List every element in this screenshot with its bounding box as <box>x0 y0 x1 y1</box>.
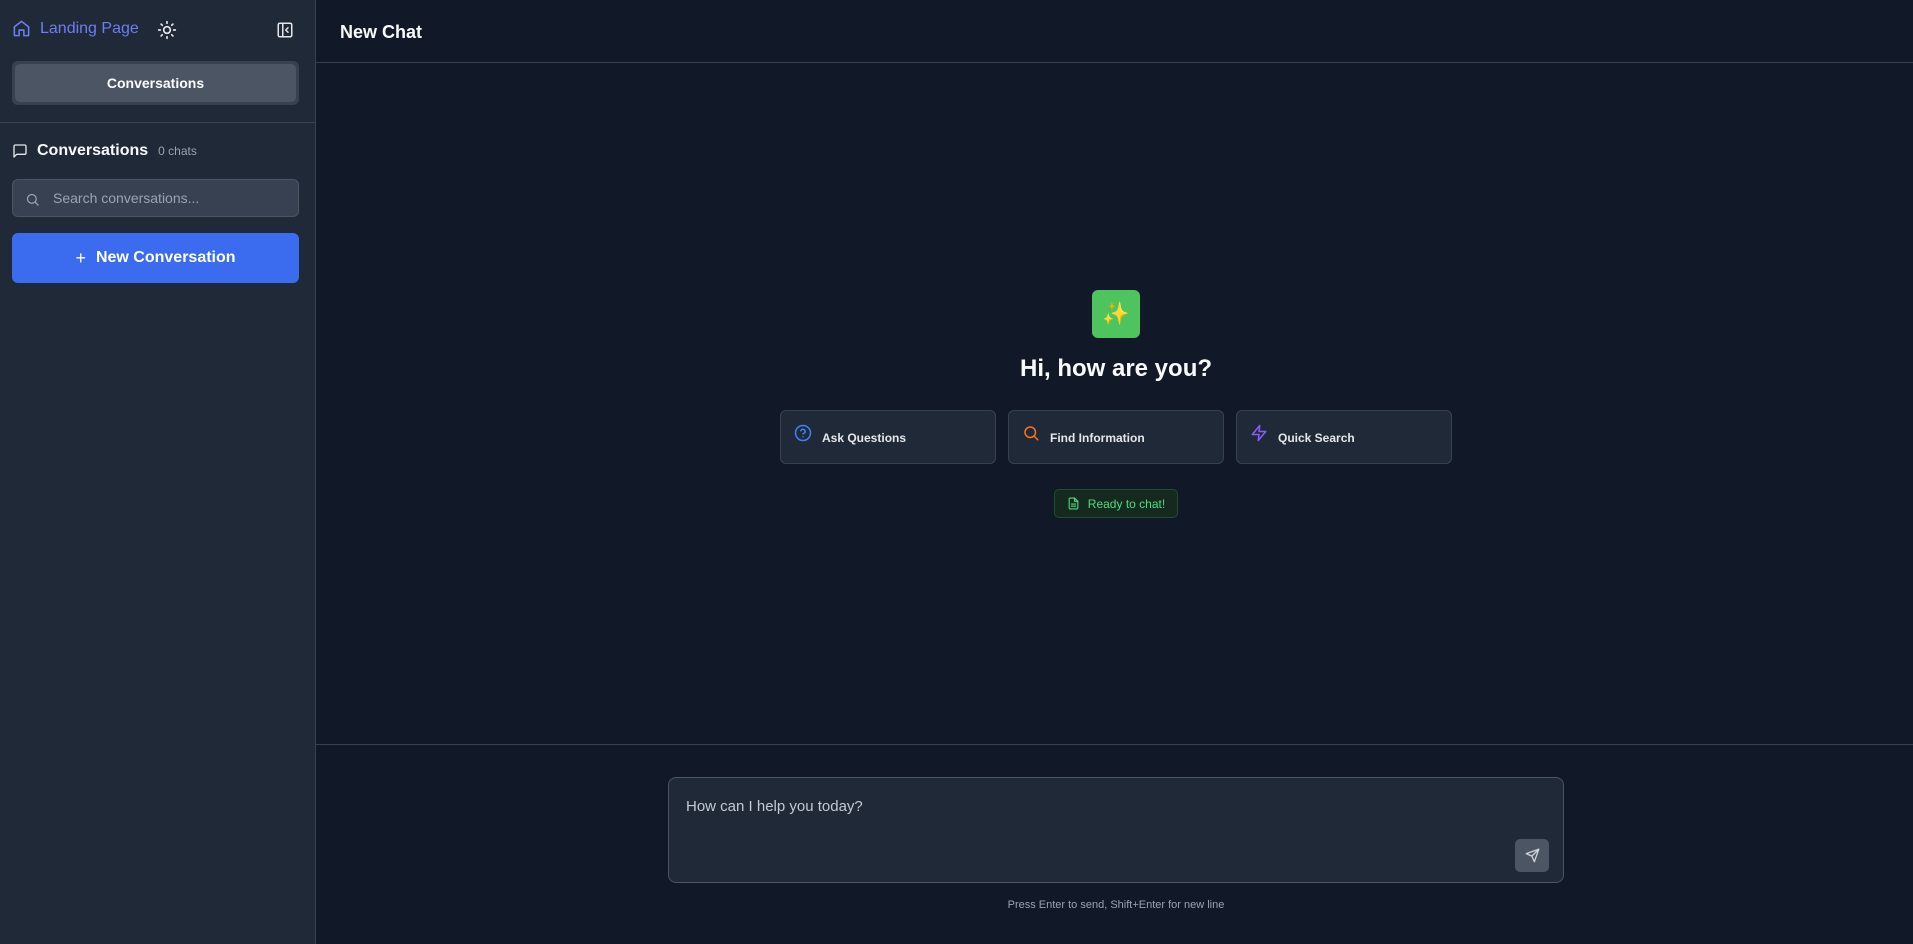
greeting-heading: Hi, how are you? <box>1019 355 1213 382</box>
message-input[interactable] <box>669 778 1563 882</box>
composer-divider <box>316 744 1913 745</box>
panel-collapse-icon <box>277 22 293 38</box>
search-conversations-field <box>12 179 299 217</box>
landing-page-link[interactable]: Landing Page <box>12 19 139 38</box>
tab-conversations[interactable]: Conversations <box>15 64 296 102</box>
find-information-label: Find Information <box>1050 431 1145 445</box>
ask-questions-label: Ask Questions <box>822 431 907 445</box>
send-button[interactable] <box>1515 839 1549 872</box>
message-square-icon <box>13 144 27 158</box>
quick-search-label: Quick Search <box>1278 431 1355 445</box>
conversations-header: Conversations 0 chats <box>12 142 197 160</box>
message-composer <box>668 777 1564 883</box>
sun-icon <box>157 20 177 40</box>
conversations-title: Conversations <box>37 142 149 159</box>
landing-page-label: Landing Page <box>40 19 139 37</box>
home-icon <box>13 20 30 37</box>
plus-icon: + <box>75 247 86 268</box>
new-conversation-label: New Conversation <box>95 249 236 266</box>
file-text-icon <box>1068 497 1079 510</box>
main-header: New Chat <box>316 0 1913 63</box>
search-icon <box>1024 426 1039 441</box>
sidebar-tabs: Conversations <box>12 61 299 105</box>
search-conversations-input[interactable] <box>13 180 298 216</box>
sidebar: Landing Page Conversations Conversations… <box>0 0 316 944</box>
status-badge: Ready to chat! <box>1054 489 1178 518</box>
sparkles-logo-icon: ✨ <box>1092 290 1140 338</box>
page-title: New Chat <box>340 22 423 42</box>
sidebar-top-bar: Landing Page <box>0 0 315 60</box>
status-text: Ready to chat! <box>1087 496 1166 511</box>
theme-toggle-button[interactable] <box>157 20 177 40</box>
conversations-count: 0 chats <box>158 144 197 158</box>
send-icon <box>1525 848 1539 863</box>
find-information-card[interactable]: Find Information <box>1008 410 1224 464</box>
sidebar-divider <box>0 122 315 123</box>
collapse-sidebar-button[interactable] <box>276 21 294 39</box>
quick-search-card[interactable]: Quick Search <box>1236 410 1452 464</box>
lightning-icon <box>1251 424 1267 442</box>
keyboard-hint: Press Enter to send, Shift+Enter for new… <box>1007 899 1225 911</box>
ask-questions-card[interactable]: Ask Questions <box>780 410 996 464</box>
help-circle-icon <box>794 424 812 442</box>
new-conversation-button[interactable]: + New Conversation <box>12 233 299 283</box>
